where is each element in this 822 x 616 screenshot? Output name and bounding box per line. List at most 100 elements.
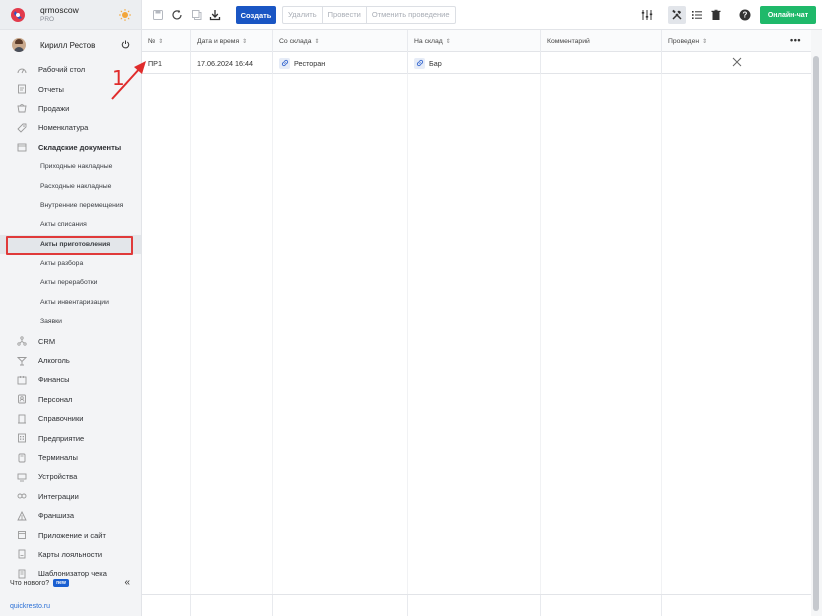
column-grid xyxy=(142,74,811,616)
link-icon xyxy=(279,57,290,69)
unpost-button[interactable]: Отменить проведение xyxy=(367,7,455,23)
menu-item-finance[interactable]: Финансы xyxy=(0,370,141,389)
menu-subitem-inventory-acts[interactable]: Акты инвентаризации xyxy=(0,293,141,312)
menu-subitem-preparation-acts[interactable]: Акты приготовления xyxy=(0,234,141,255)
alcohol-icon xyxy=(17,356,27,366)
column-header-number[interactable]: № ⇕ xyxy=(142,30,191,52)
devices-icon xyxy=(17,472,27,482)
sort-icon: ⇕ xyxy=(242,38,248,45)
not-posted-x-icon xyxy=(732,57,742,67)
toolbar: Создать Удалить Провести Отменить провед… xyxy=(142,0,822,30)
theme-toggle-icon[interactable] xyxy=(119,9,131,21)
menu-subitem-disassembly-acts[interactable]: Акты разбора xyxy=(0,254,141,273)
finance-icon xyxy=(17,375,27,385)
table-row[interactable]: ПР1 17.06.2024 16:44 Ресторан Бар xyxy=(142,52,811,74)
sort-icon: ⇕ xyxy=(445,38,451,45)
column-header-to-warehouse[interactable]: На склад ⇕ xyxy=(408,30,541,52)
integrations-icon xyxy=(17,491,27,501)
menu-item-staff[interactable]: Персонал xyxy=(0,390,141,409)
menu-subitem-outgoing-invoices[interactable]: Расходные накладные xyxy=(0,176,141,195)
highlight-box xyxy=(6,235,133,255)
menu-item-crm[interactable]: CRM xyxy=(0,331,141,350)
menu-item-devices[interactable]: Устройства xyxy=(0,467,141,486)
menu-item-integrations[interactable]: Интеграции xyxy=(0,487,141,506)
table-header: № ⇕ Дата и время ⇕ Со склада ⇕ На склад ⇕ Ко… xyxy=(142,30,811,52)
warehouse-icon xyxy=(17,142,27,152)
documents-table: № ⇕ Дата и время ⇕ Со склада ⇕ На склад ⇕ Ко… xyxy=(142,30,811,616)
menu-item-terminals[interactable]: Терминалы xyxy=(0,448,141,467)
user-profile[interactable]: Кирилл Рестов xyxy=(0,30,141,60)
logout-icon[interactable] xyxy=(121,40,130,49)
directory-icon xyxy=(17,414,27,424)
enterprise-icon xyxy=(17,433,27,443)
franchise-icon xyxy=(17,510,27,521)
sort-icon: ⇕ xyxy=(314,38,320,45)
quickresto-link[interactable]: quickresto.ru xyxy=(10,603,50,610)
menu-item-app-and-site[interactable]: Приложение и сайт xyxy=(0,525,141,544)
refresh-icon[interactable] xyxy=(171,9,183,21)
post-button[interactable]: Провести xyxy=(323,7,367,23)
menu-subitem-requests[interactable]: Заявки xyxy=(0,312,141,331)
column-header-datetime[interactable]: Дата и время ⇕ xyxy=(191,30,273,52)
cell-posted xyxy=(662,52,811,74)
column-header-from-warehouse[interactable]: Со склада ⇕ xyxy=(273,30,408,52)
sales-icon xyxy=(17,103,27,113)
column-header-comment[interactable]: Комментарий xyxy=(541,30,662,52)
nomenclature-icon xyxy=(17,123,27,133)
table-footer xyxy=(142,594,811,616)
list-view-icon[interactable] xyxy=(691,9,703,21)
cell-comment xyxy=(541,52,662,74)
online-chat-button[interactable]: Онлайн-чат xyxy=(760,6,816,24)
menu-item-enterprise[interactable]: Предприятие xyxy=(0,428,141,447)
copy-icon[interactable] xyxy=(191,9,203,21)
menu-subitem-write-off-acts[interactable]: Акты списания xyxy=(0,215,141,234)
column-settings-icon[interactable] xyxy=(641,9,653,21)
svg-text:?: ? xyxy=(743,11,748,20)
brand-name: qrmoscow xyxy=(40,4,79,15)
menu-item-directories[interactable]: Справочники xyxy=(0,409,141,428)
cell-datetime: 17.06.2024 16:44 xyxy=(191,52,273,74)
new-badge: new xyxy=(53,579,69,587)
dashboard-icon xyxy=(17,65,27,75)
reports-icon xyxy=(17,84,27,94)
menu-item-alcohol[interactable]: Алкоголь xyxy=(0,351,141,370)
menu-item-nomenclature[interactable]: Номенклатура xyxy=(0,118,141,137)
crm-icon xyxy=(17,336,27,346)
trash-icon[interactable] xyxy=(710,9,722,21)
annotation-arrow-icon xyxy=(111,61,146,100)
download-icon[interactable] xyxy=(209,9,221,21)
sort-icon: ⇕ xyxy=(702,38,708,45)
menu-item-warehouse-documents[interactable]: Складские документы xyxy=(0,138,141,157)
main-menu: Рабочий стол Отчеты Продажи Номенклатура… xyxy=(0,60,141,584)
collapse-sidebar-icon[interactable]: « xyxy=(124,577,130,588)
vertical-scrollbar[interactable] xyxy=(811,30,822,616)
app-site-icon xyxy=(17,530,27,540)
warehouse-link[interactable]: Ресторан xyxy=(279,57,325,69)
help-icon[interactable]: ? xyxy=(739,9,751,21)
save-icon[interactable] xyxy=(152,9,164,21)
link-icon xyxy=(414,57,425,69)
menu-subitem-processing-acts[interactable]: Акты переработки xyxy=(0,273,141,292)
quickresto-logo-icon xyxy=(10,7,26,23)
menu-subitem-internal-transfers[interactable]: Внутренние перемещения xyxy=(0,196,141,215)
document-actions: Удалить Провести Отменить проведение xyxy=(282,6,456,24)
menu-item-loyalty-cards[interactable]: Карты лояльности xyxy=(0,545,141,564)
staff-icon xyxy=(17,394,27,404)
sort-icon: ⇕ xyxy=(158,38,164,45)
user-name: Кирилл Рестов xyxy=(40,40,96,50)
menu-subitem-incoming-invoices[interactable]: Приходные накладные xyxy=(0,157,141,176)
delete-button[interactable]: Удалить xyxy=(283,7,323,23)
column-header-posted[interactable]: Проведен ⇕ ••• xyxy=(662,30,811,52)
brand-header[interactable]: qrmoscow PRO xyxy=(0,0,141,30)
brand-plan: PRO xyxy=(40,15,55,23)
tools-icon[interactable] xyxy=(671,9,683,21)
whats-new[interactable]: Что нового? new « xyxy=(0,574,141,592)
cell-from-warehouse: Ресторан xyxy=(273,52,408,74)
more-options-icon[interactable]: ••• xyxy=(790,36,801,45)
avatar xyxy=(12,38,26,52)
terminal-icon xyxy=(17,453,27,463)
scrollbar-thumb[interactable] xyxy=(813,56,819,611)
warehouse-link[interactable]: Бар xyxy=(414,57,442,69)
create-button[interactable]: Создать xyxy=(236,6,276,24)
menu-item-franchise[interactable]: Франшиза xyxy=(0,506,141,525)
